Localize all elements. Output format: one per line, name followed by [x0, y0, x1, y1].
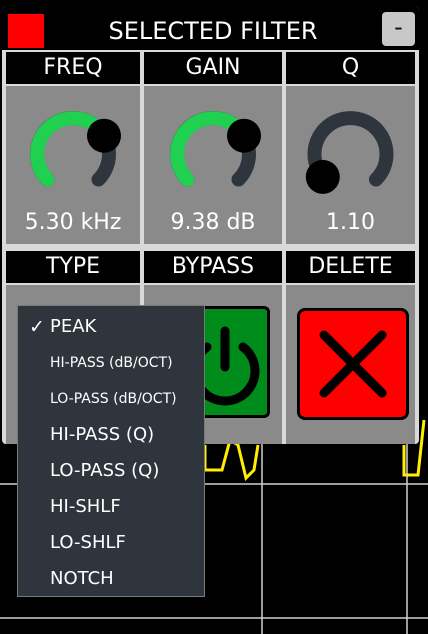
gain-value: 9.38 dB	[170, 210, 256, 235]
close-x-icon	[319, 330, 387, 398]
panel-title: SELECTED FILTER	[108, 17, 318, 45]
menu-item-lo-pass-db-oct[interactable]: LO-PASS (dB/OCT)	[18, 382, 204, 416]
menu-item-notch[interactable]: NOTCH	[18, 562, 204, 596]
menu-item-hi-pass-q[interactable]: HI-PASS (Q)	[18, 418, 204, 452]
gain-header: GAIN	[144, 52, 282, 84]
freq-header: FREQ	[6, 52, 140, 84]
menu-item-lo-pass-q[interactable]: LO-PASS (Q)	[18, 454, 204, 488]
filter-type-menu: ✓ PEAK HI-PASS (dB/OCT) LO-PASS (dB/OCT)…	[17, 305, 205, 597]
menu-item-lo-shelf[interactable]: LO-SHLF	[18, 526, 204, 560]
delete-header: DELETE	[286, 251, 415, 283]
check-icon: ✓	[29, 316, 45, 338]
menu-item-hi-shelf[interactable]: HI-SHLF	[18, 490, 204, 524]
q-value: 1.10	[326, 210, 375, 235]
filter-color-swatch	[8, 14, 44, 48]
knob-handle	[87, 118, 121, 153]
menu-item-peak[interactable]: ✓ PEAK	[18, 310, 204, 344]
freq-knob-cell: 5.30 kHz	[6, 86, 140, 244]
delete-button[interactable]	[297, 308, 409, 420]
gain-knob-cell: 9.38 dB	[144, 86, 282, 244]
knob-handle	[227, 118, 261, 153]
title-bar: SELECTED FILTER -	[2, 6, 419, 50]
bypass-header: BYPASS	[144, 251, 282, 283]
knob-handle	[305, 159, 340, 194]
q-header: Q	[286, 52, 415, 84]
type-header: TYPE	[6, 251, 140, 283]
freq-value: 5.30 kHz	[24, 210, 122, 235]
minimize-button[interactable]: -	[382, 12, 415, 46]
menu-item-hi-pass-db-oct[interactable]: HI-PASS (dB/OCT)	[18, 346, 204, 380]
q-knob-cell: 1.10	[286, 86, 415, 244]
